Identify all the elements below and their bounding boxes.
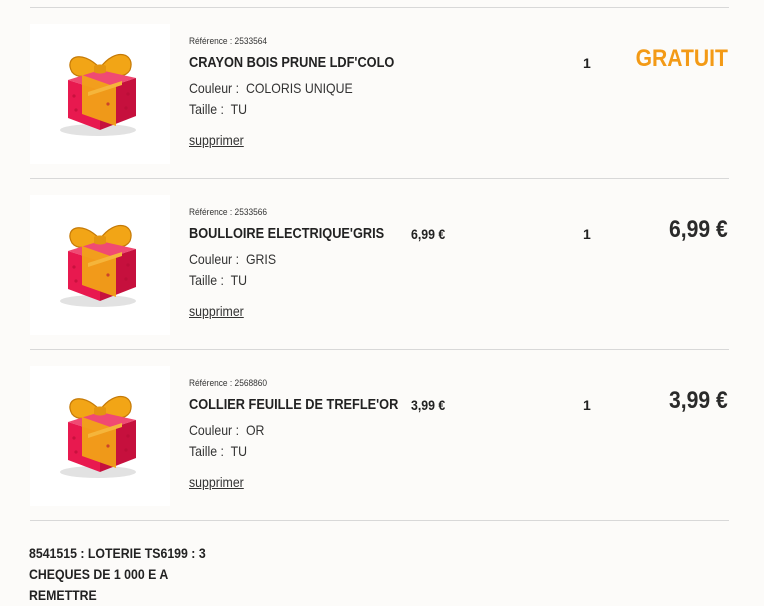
remove-item-link[interactable]: supprimer bbox=[189, 303, 244, 319]
product-reference: Référence : 2533566 bbox=[189, 207, 268, 218]
product-size: Taille : TU bbox=[189, 101, 247, 117]
color-value: OR bbox=[245, 422, 265, 438]
size-label: Taille : bbox=[189, 443, 224, 459]
line-total: 6,99 € bbox=[669, 216, 728, 243]
product-image[interactable] bbox=[30, 24, 170, 164]
color-label: Couleur : bbox=[189, 251, 239, 267]
divider bbox=[30, 520, 729, 521]
unit-price: 3,99 € bbox=[411, 397, 446, 413]
product-reference: Référence : 2568860 bbox=[189, 378, 268, 389]
cart-item: Référence : 2568860 COLLIER FEUILLE DE T… bbox=[0, 349, 764, 519]
product-size: Taille : TU bbox=[189, 272, 247, 288]
unit-price: 6,99 € bbox=[411, 226, 446, 242]
size-value: TU bbox=[230, 272, 248, 288]
lottery-note-line: CHEQUES DE 1 000 E A bbox=[29, 566, 169, 582]
size-label: Taille : bbox=[189, 272, 224, 288]
product-reference: Référence : 2533564 bbox=[189, 36, 268, 47]
lottery-note: 8541515 : LOTERIE TS6199 : 3 CHEQUES DE … bbox=[29, 543, 229, 606]
gift-box-icon bbox=[60, 224, 136, 307]
product-name[interactable]: COLLIER FEUILLE DE TREFLE'OR bbox=[189, 397, 398, 413]
product-image[interactable] bbox=[30, 195, 170, 335]
cart-item-list: Référence : 2533564 CRAYON BOIS PRUNE LD… bbox=[0, 0, 764, 606]
quantity: 1 bbox=[583, 55, 591, 71]
line-total: GRATUIT bbox=[635, 45, 728, 72]
product-color: Couleur : OR bbox=[189, 422, 264, 438]
color-value: COLORIS UNIQUE bbox=[245, 80, 353, 96]
gift-box-icon bbox=[60, 395, 136, 478]
product-color: Couleur : GRIS bbox=[189, 251, 276, 267]
line-total: 3,99 € bbox=[669, 387, 728, 414]
quantity: 1 bbox=[583, 226, 591, 242]
gift-box-icon bbox=[60, 53, 136, 136]
product-name[interactable]: BOULLOIRE ELECTRIQUE'GRIS bbox=[189, 226, 384, 242]
product-name[interactable]: CRAYON BOIS PRUNE LDF'COLO bbox=[189, 55, 394, 71]
size-value: TU bbox=[230, 101, 248, 117]
cart-item: Référence : 2533564 CRAYON BOIS PRUNE LD… bbox=[0, 7, 764, 177]
lottery-note-line: REMETTRE bbox=[29, 587, 97, 603]
color-value: GRIS bbox=[245, 251, 277, 267]
product-image[interactable] bbox=[30, 366, 170, 506]
size-label: Taille : bbox=[189, 101, 224, 117]
color-label: Couleur : bbox=[189, 422, 239, 438]
remove-item-link[interactable]: supprimer bbox=[189, 474, 244, 490]
remove-item-link[interactable]: supprimer bbox=[189, 132, 244, 148]
cart-item: Référence : 2533566 BOULLOIRE ELECTRIQUE… bbox=[0, 178, 764, 348]
size-value: TU bbox=[230, 443, 248, 459]
lottery-note-line: 8541515 : LOTERIE TS6199 : 3 bbox=[29, 545, 206, 561]
product-color: Couleur : COLORIS UNIQUE bbox=[189, 80, 353, 96]
quantity: 1 bbox=[583, 397, 591, 413]
product-size: Taille : TU bbox=[189, 443, 247, 459]
color-label: Couleur : bbox=[189, 80, 239, 96]
